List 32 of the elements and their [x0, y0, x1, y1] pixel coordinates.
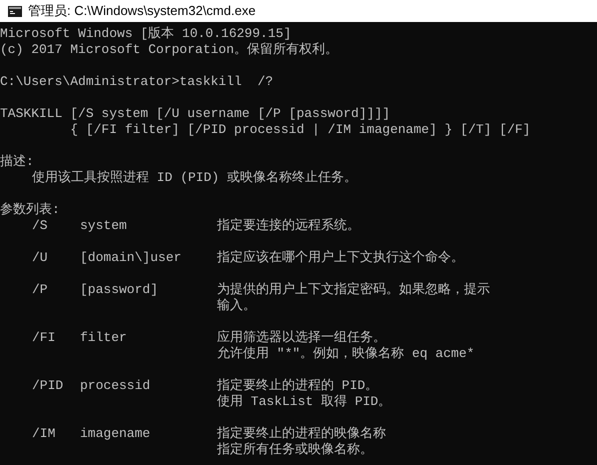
parameter-name: /FI — [32, 330, 56, 345]
parameter-description: 允许使用 "*"。例如，映像名称 eq acme* — [217, 346, 474, 362]
console-line: 描述: — [0, 154, 34, 170]
parameter-value: filter — [80, 330, 128, 346]
console-line: (c) 2017 Microsoft Corporation。保留所有权利。 — [0, 42, 338, 58]
parameter-description: 指定要连接的远程系统。 — [217, 218, 360, 234]
parameter-value: imagename — [80, 426, 152, 442]
console-line: Microsoft Windows [版本 10.0.16299.15] — [0, 26, 292, 42]
parameter-description: 应用筛选器以选择一组任务。 — [217, 330, 387, 346]
console-line: 使用该工具按照进程 ID (PID) 或映像名称终止任务。 — [32, 170, 358, 186]
parameter-description: 为提供的用户上下文指定密码。如果忽略，提示 — [217, 282, 490, 298]
parameter-description: 指定所有任务或映像名称。 — [217, 442, 374, 458]
parameter-name: /S — [32, 218, 48, 233]
parameter-description: 指定要终止的进程的映像名称 — [217, 426, 386, 442]
parameter-value: system — [80, 218, 128, 234]
console-line: TASKKILL [/S system [/U username [/P [password]]]] — [0, 106, 390, 122]
console-line: C:\Users\Administrator>taskkill /? — [0, 74, 274, 90]
console-icon — [8, 6, 22, 16]
parameter-name: /P — [32, 282, 48, 297]
parameter-value: [password] — [80, 282, 160, 298]
parameter-description: 指定应该在哪个用户上下文执行这个命令。 — [217, 250, 464, 266]
parameter-value: [domain\]user — [80, 250, 182, 266]
parameter-name: /PID — [32, 378, 64, 393]
window-title: 管理员: C:\Windows\system32\cmd.exe — [28, 2, 256, 20]
parameter-name: /IM — [32, 426, 56, 441]
console-line: { [/FI filter] [/PID processid | /IM imagename] } [/T] [/F] — [69, 122, 530, 138]
parameter-description: 指定要终止的进程的 PID。 — [217, 378, 380, 394]
parameter-description: 输入。 — [217, 298, 257, 314]
parameter-value: processid — [80, 378, 152, 394]
parameter-name: /U — [32, 250, 48, 265]
parameter-description: 使用 TaskList 取得 PID。 — [217, 394, 392, 410]
console-line: 参数列表: — [0, 202, 60, 218]
